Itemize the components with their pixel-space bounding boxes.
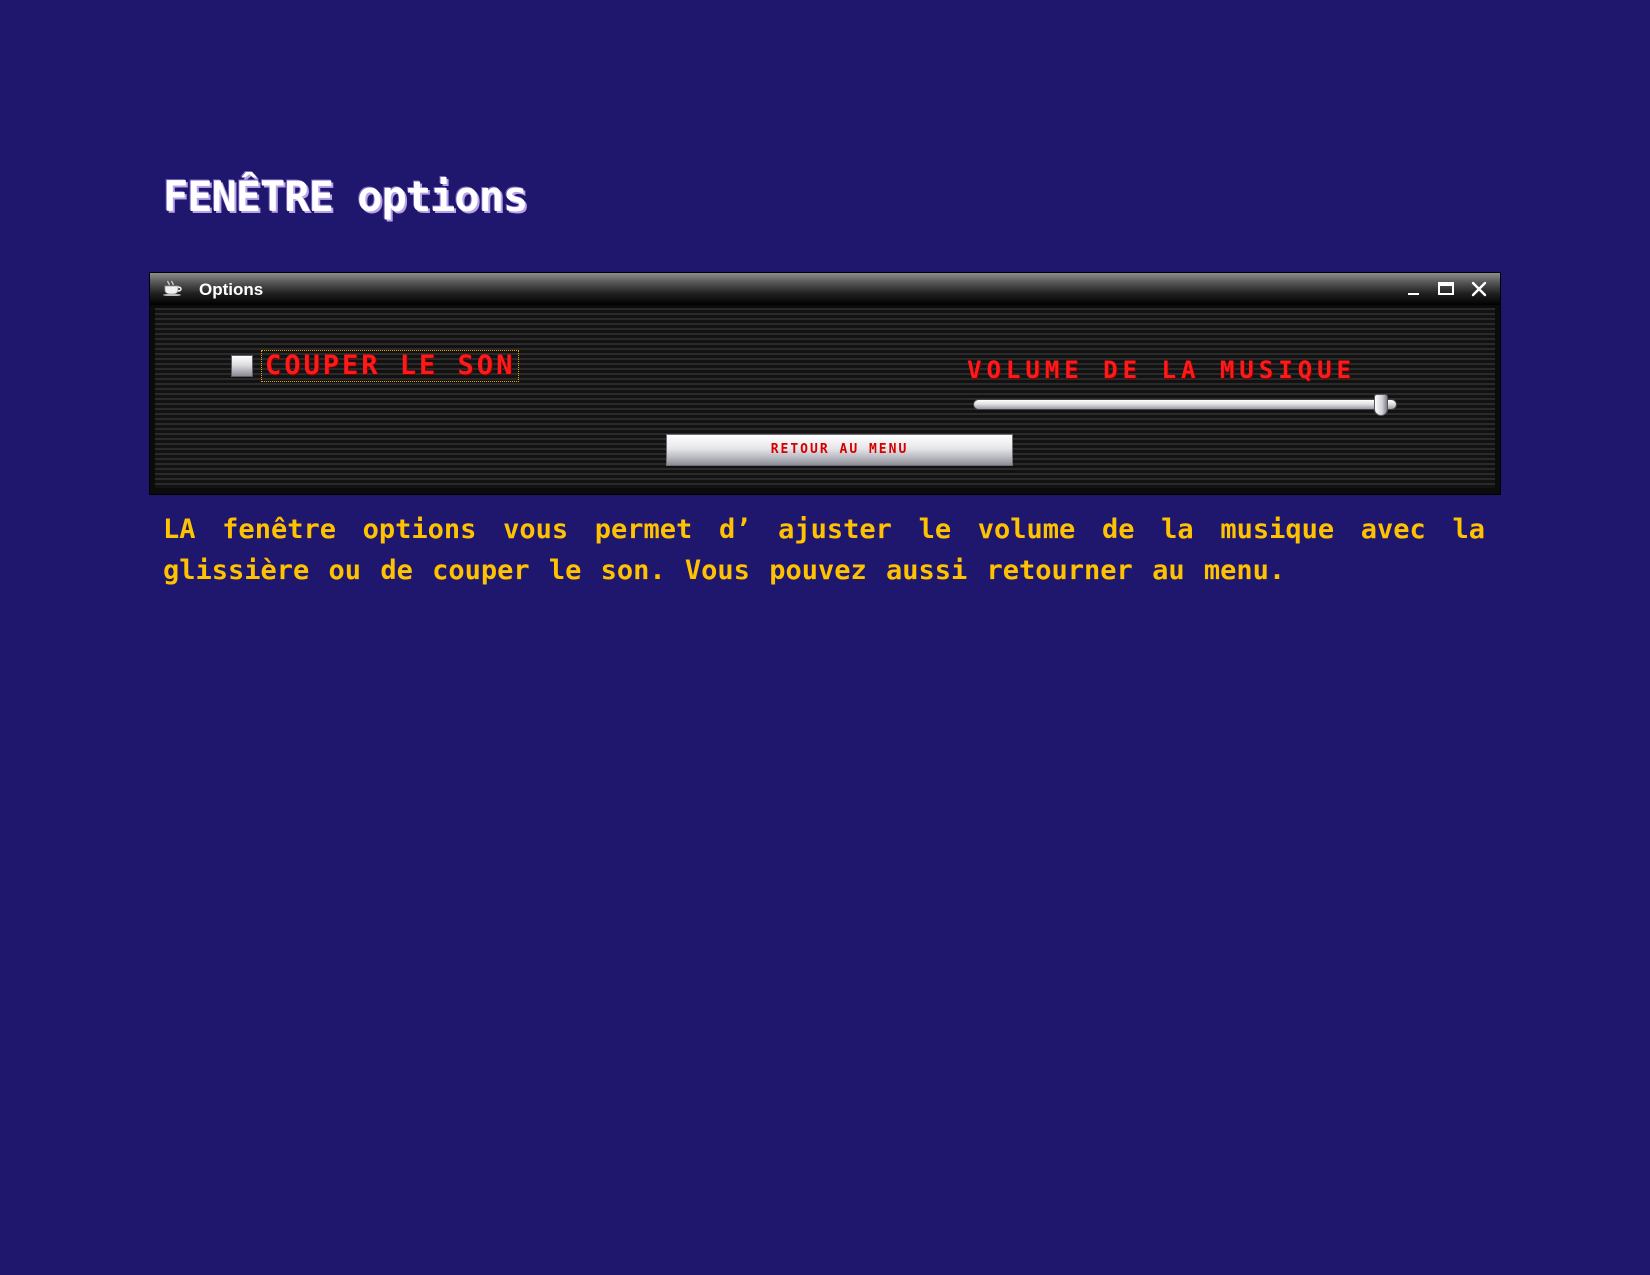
- close-icon: [1469, 279, 1489, 299]
- close-button[interactable]: [1469, 279, 1489, 299]
- page-title: FENÊTRE options: [163, 172, 528, 221]
- minimize-icon: [1403, 279, 1423, 299]
- minimize-button[interactable]: [1403, 279, 1423, 299]
- coffee-cup-icon: [162, 280, 184, 297]
- window-title: Options: [199, 280, 264, 299]
- volume-label: VOLUME DE LA MUSIQUE: [967, 356, 1356, 384]
- volume-slider-thumb[interactable]: [1373, 394, 1388, 416]
- maximize-button[interactable]: [1436, 279, 1456, 299]
- window-titlebar[interactable]: Options: [150, 273, 1500, 305]
- description-text: LA fenêtre options vous permet d’ ajuste…: [163, 514, 1485, 586]
- return-to-menu-button[interactable]: RETOUR AU MENU: [666, 434, 1013, 466]
- options-window: Options COUPER LE SON VOLUME DE LA MUSIQ…: [150, 273, 1500, 494]
- maximize-icon: [1436, 279, 1456, 299]
- mute-checkbox[interactable]: [231, 355, 253, 377]
- mute-label[interactable]: COUPER LE SON: [261, 350, 520, 382]
- options-panel: COUPER LE SON VOLUME DE LA MUSIQUE RETOU…: [155, 308, 1495, 488]
- volume-slider-track[interactable]: [973, 399, 1397, 410]
